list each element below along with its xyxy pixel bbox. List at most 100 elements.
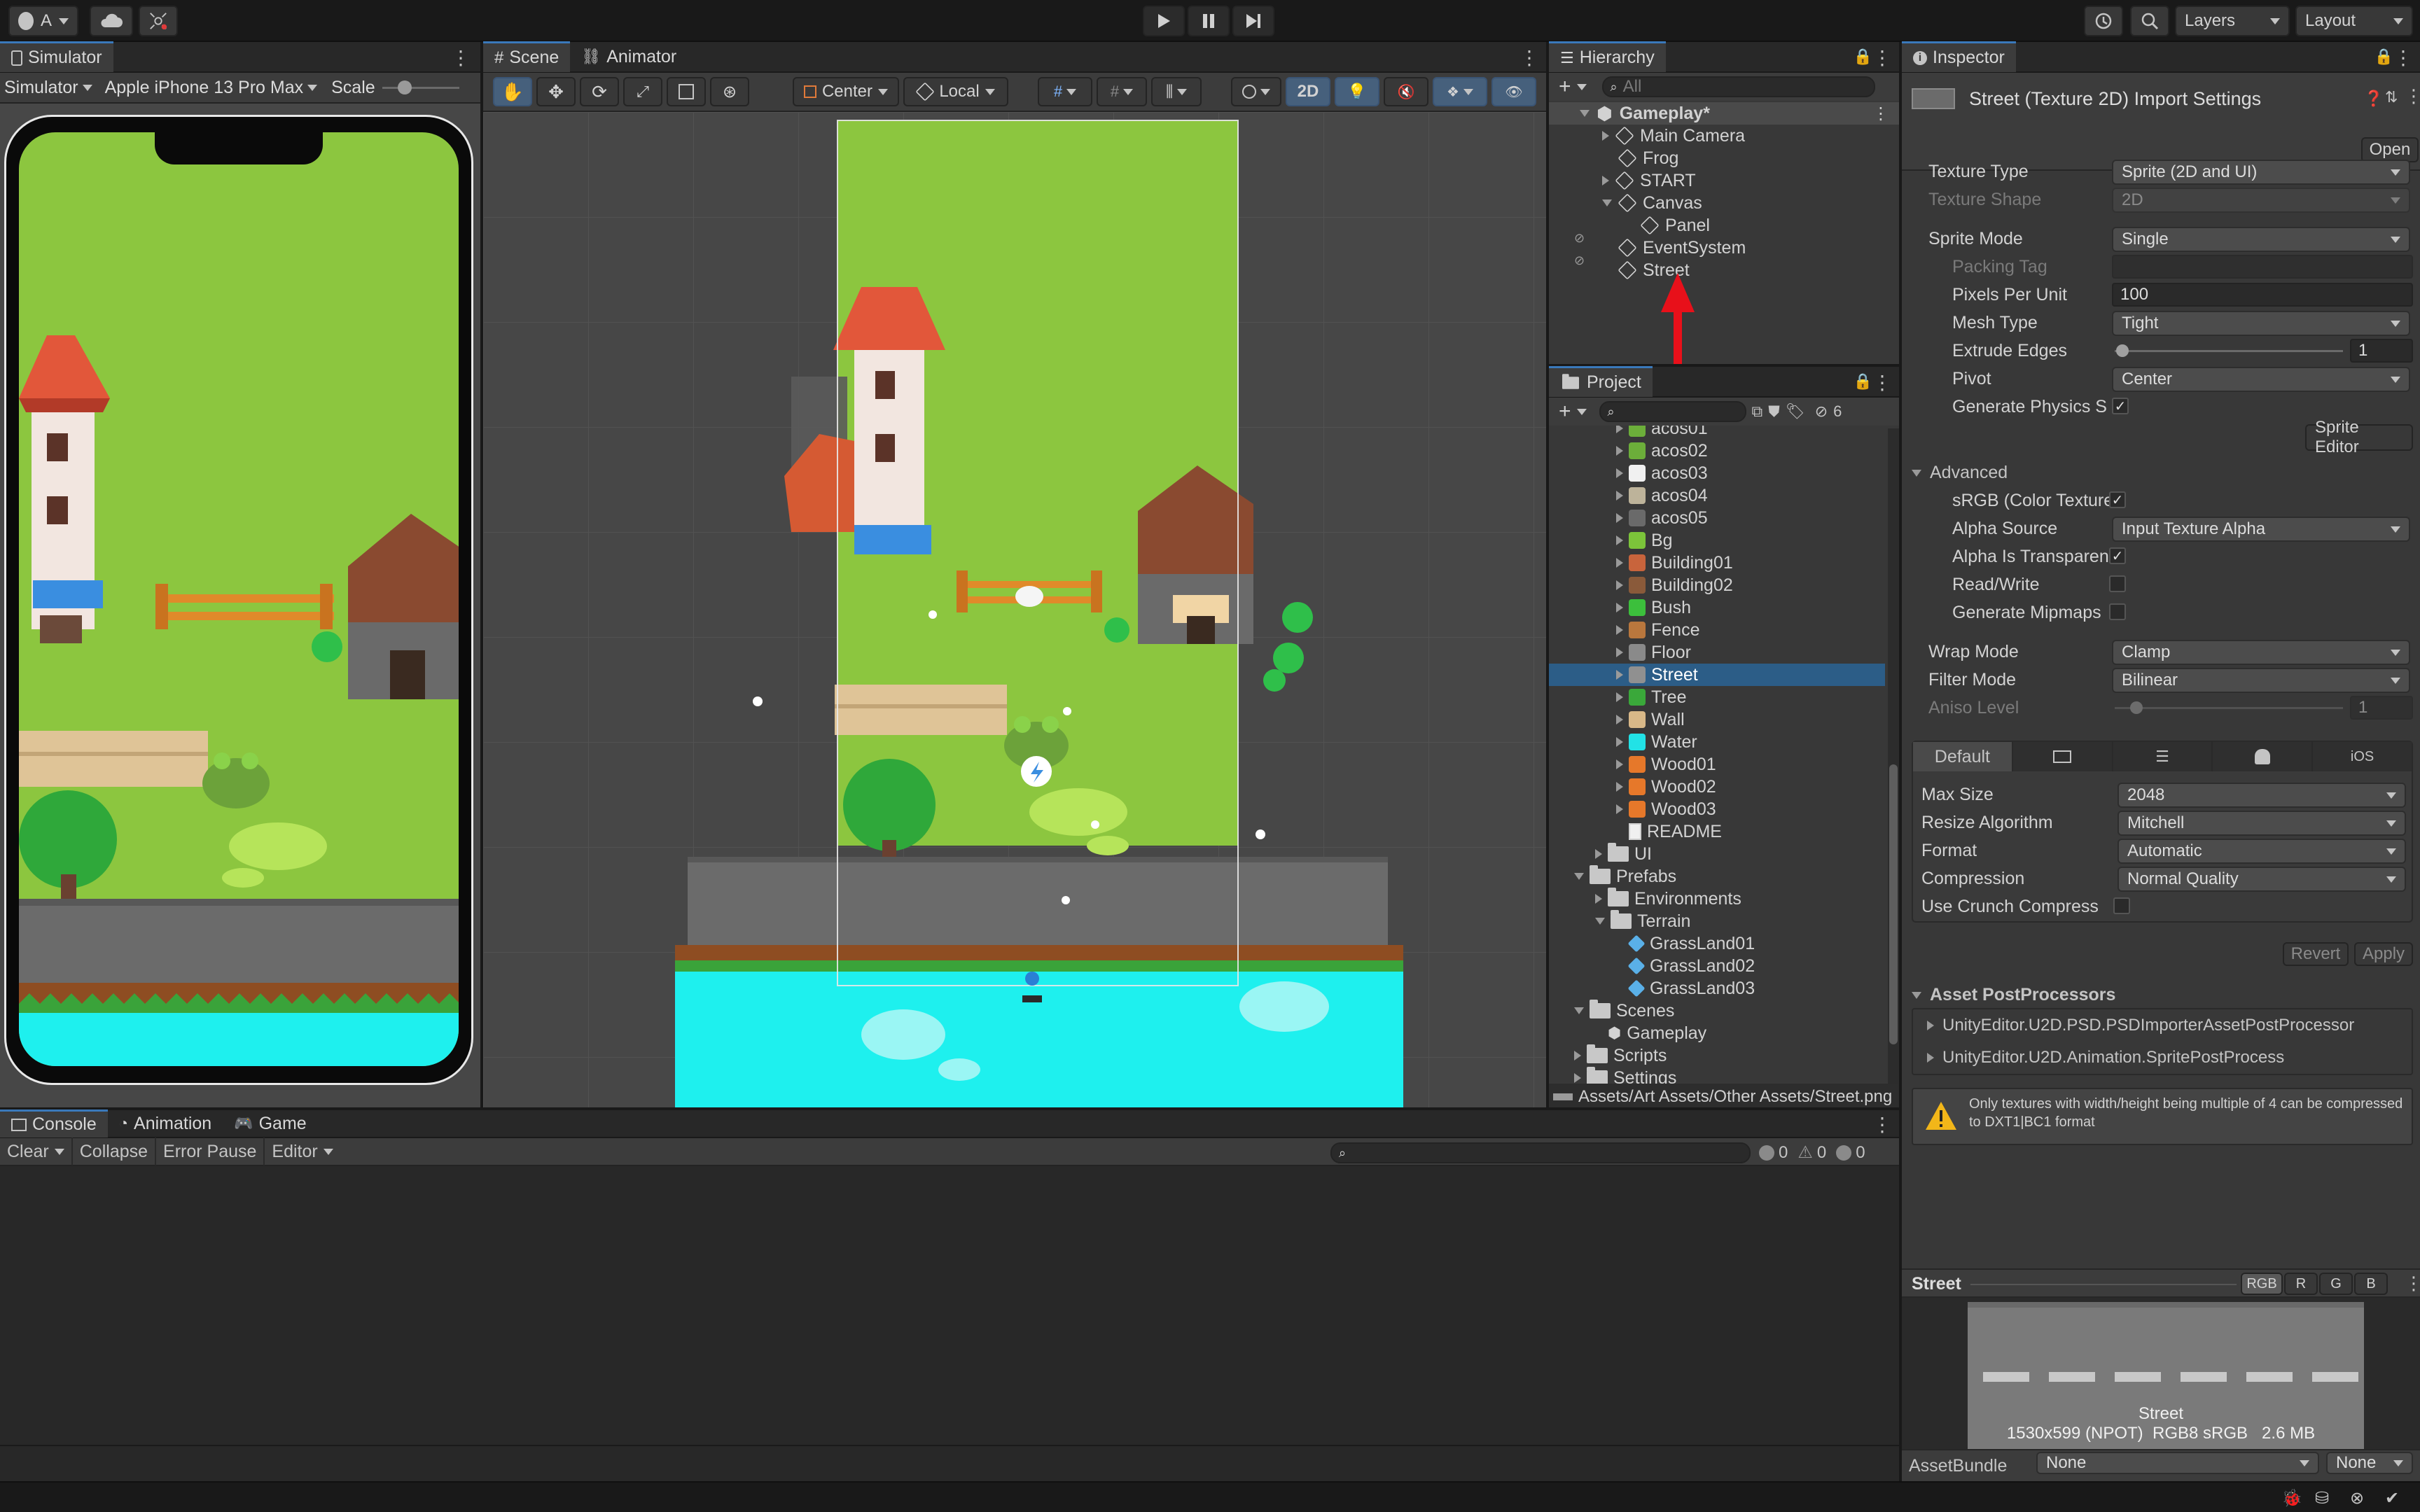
expand-arrow-icon[interactable] xyxy=(1595,849,1602,859)
assetbundle-variant-dropdown[interactable]: None xyxy=(2326,1452,2413,1474)
step-button[interactable] xyxy=(1232,6,1274,36)
crunch-checkbox[interactable] xyxy=(2113,897,2130,914)
project-item[interactable]: Street xyxy=(1549,664,1885,686)
scene-viewport[interactable] xyxy=(483,112,1546,1107)
project-item[interactable]: Wood01 xyxy=(1549,753,1885,776)
tab-project[interactable]: Project xyxy=(1549,366,1653,397)
project-item[interactable]: Tree xyxy=(1549,686,1885,708)
project-item[interactable]: Wall xyxy=(1549,708,1885,731)
search-by-type-icon[interactable]: ⧉ xyxy=(1752,402,1763,421)
channel-rgb-button[interactable]: RGB xyxy=(2241,1273,2283,1295)
expand-arrow-icon[interactable] xyxy=(1616,760,1623,769)
add-icon[interactable]: + xyxy=(1559,400,1571,424)
layers-dropdown[interactable]: Layers xyxy=(2175,6,2290,36)
project-item[interactable]: Environments xyxy=(1549,888,1885,910)
expand-arrow-icon[interactable] xyxy=(1580,110,1590,117)
clear-button[interactable]: Clear xyxy=(0,1138,73,1166)
tab-console[interactable]: Console xyxy=(0,1110,108,1138)
cloud-button[interactable] xyxy=(90,6,133,36)
expand-arrow-icon[interactable] xyxy=(1616,468,1623,478)
project-item[interactable]: README xyxy=(1549,820,1885,843)
visibility-toggle[interactable]: 👁 xyxy=(1491,77,1536,106)
rect-tool-button[interactable] xyxy=(667,77,706,106)
tab-platform-standalone[interactable] xyxy=(2012,742,2113,771)
project-item[interactable]: acos02 xyxy=(1549,440,1885,462)
effects-dropdown[interactable]: ❖ xyxy=(1433,77,1487,106)
collapse-button[interactable]: Collapse xyxy=(73,1138,157,1166)
more-menu-icon[interactable]: ⋮ xyxy=(1872,46,1892,69)
project-item[interactable]: Floor xyxy=(1549,641,1885,664)
expand-arrow-icon[interactable] xyxy=(1616,782,1623,792)
audio-toggle[interactable]: 🔇 xyxy=(1384,77,1428,106)
hierarchy-item[interactable]: Main Camera xyxy=(1549,125,1899,147)
expand-arrow-icon[interactable] xyxy=(1616,426,1623,433)
network-icon[interactable]: ⊗ xyxy=(2350,1488,2364,1508)
project-item[interactable]: Scripts xyxy=(1549,1044,1885,1067)
error-count-toggle[interactable]: 0 xyxy=(1836,1143,1865,1163)
sprite-mode-dropdown[interactable]: Single xyxy=(2112,227,2410,252)
asset-postprocessors-foldout[interactable]: Asset PostProcessors xyxy=(1912,985,2115,1005)
tab-platform-default[interactable]: Default xyxy=(1913,742,2013,771)
expand-arrow-icon[interactable] xyxy=(1616,446,1623,456)
collab-button[interactable] xyxy=(139,6,178,36)
tag-icon[interactable]: 🏷 xyxy=(1786,402,1805,421)
account-dropdown[interactable]: A xyxy=(8,6,78,36)
project-item[interactable]: Wood02 xyxy=(1549,776,1885,798)
history-button[interactable] xyxy=(2084,6,2123,36)
expand-arrow-icon[interactable] xyxy=(1574,873,1584,880)
console-search-input[interactable]: ⌕ xyxy=(1330,1142,1751,1163)
space-local-dropdown[interactable]: Local xyxy=(903,77,1008,106)
format-dropdown[interactable]: Automatic xyxy=(2118,839,2406,864)
lock-icon[interactable]: 🔒 xyxy=(1854,372,1872,391)
database-icon[interactable]: ⛁ xyxy=(2315,1488,2329,1508)
simulator-mode-dropdown[interactable]: Simulator xyxy=(4,78,92,98)
hidden-packages-icon[interactable]: ⊘ xyxy=(1815,402,1828,421)
align-dropdown[interactable]: ⫼ xyxy=(1151,77,1202,106)
project-item[interactable]: acos04 xyxy=(1549,484,1885,507)
hand-tool-button[interactable]: ✋ xyxy=(493,77,532,106)
project-item[interactable]: Scenes xyxy=(1549,1000,1885,1022)
transform-tool-button[interactable]: ⊛ xyxy=(710,77,749,106)
editor-target-dropdown[interactable]: Editor xyxy=(265,1138,340,1166)
tab-game[interactable]: 🎮 Game xyxy=(223,1110,318,1138)
channel-r-button[interactable]: R xyxy=(2284,1273,2318,1295)
postprocessor-item[interactable]: UnityEditor.U2D.PSD.PSDImporterAssetPost… xyxy=(1927,1016,2354,1035)
expand-arrow-icon[interactable] xyxy=(1595,918,1605,925)
project-item[interactable]: Building02 xyxy=(1549,574,1885,596)
expand-arrow-icon[interactable] xyxy=(1616,648,1623,657)
tab-animation[interactable]: ◔ Animation xyxy=(108,1110,223,1138)
mesh-type-dropdown[interactable]: Tight xyxy=(2112,311,2410,336)
info-count-toggle[interactable]: 0 xyxy=(1759,1143,1788,1163)
project-item[interactable]: ⬢ Gameplay xyxy=(1549,1022,1885,1044)
more-menu-icon[interactable]: ⋮ xyxy=(1520,46,1539,69)
move-tool-button[interactable]: ✥ xyxy=(536,77,576,106)
lock-icon[interactable]: 🔒 xyxy=(1854,48,1872,66)
extrude-edges-slider[interactable] xyxy=(2115,344,2343,358)
snap-increment-dropdown[interactable]: # xyxy=(1097,77,1147,106)
hierarchy-root-row[interactable]: ⬢ Gameplay* ⋮ xyxy=(1549,102,1899,125)
project-item[interactable]: Water xyxy=(1549,731,1885,753)
hierarchy-item[interactable]: Panel xyxy=(1549,214,1899,237)
console-log-area[interactable] xyxy=(0,1166,1899,1446)
expand-arrow-icon[interactable] xyxy=(1616,715,1623,724)
tab-platform-android[interactable] xyxy=(2213,742,2314,771)
project-item[interactable]: acos01 xyxy=(1549,426,1885,440)
preview-drag-handle[interactable] xyxy=(1970,1284,2237,1285)
hierarchy-search-input[interactable]: ⌕ All xyxy=(1601,76,1875,97)
alpha-transparency-checkbox[interactable]: ✓ xyxy=(2109,547,2126,564)
project-item[interactable]: UI xyxy=(1549,843,1885,865)
project-item[interactable]: acos03 xyxy=(1549,462,1885,484)
chevron-down-icon[interactable] xyxy=(1576,408,1587,415)
phone-screen[interactable] xyxy=(19,132,459,1066)
max-size-dropdown[interactable]: 2048 xyxy=(2118,783,2406,808)
expand-arrow-icon[interactable] xyxy=(1616,804,1623,814)
visibility-toggle-panel[interactable]: ⊘ xyxy=(1574,253,1590,269)
tab-animator[interactable]: ⛓ Animator xyxy=(570,41,688,72)
assetbundle-dropdown[interactable]: None xyxy=(2036,1452,2319,1474)
project-item[interactable]: Bg xyxy=(1549,529,1885,552)
project-item[interactable]: Bush xyxy=(1549,596,1885,619)
extrude-edges-slider-handle[interactable] xyxy=(2116,344,2129,357)
error-pause-button[interactable]: Error Pause xyxy=(156,1138,265,1166)
project-item[interactable]: Fence xyxy=(1549,619,1885,641)
read-write-checkbox[interactable] xyxy=(2109,575,2126,592)
